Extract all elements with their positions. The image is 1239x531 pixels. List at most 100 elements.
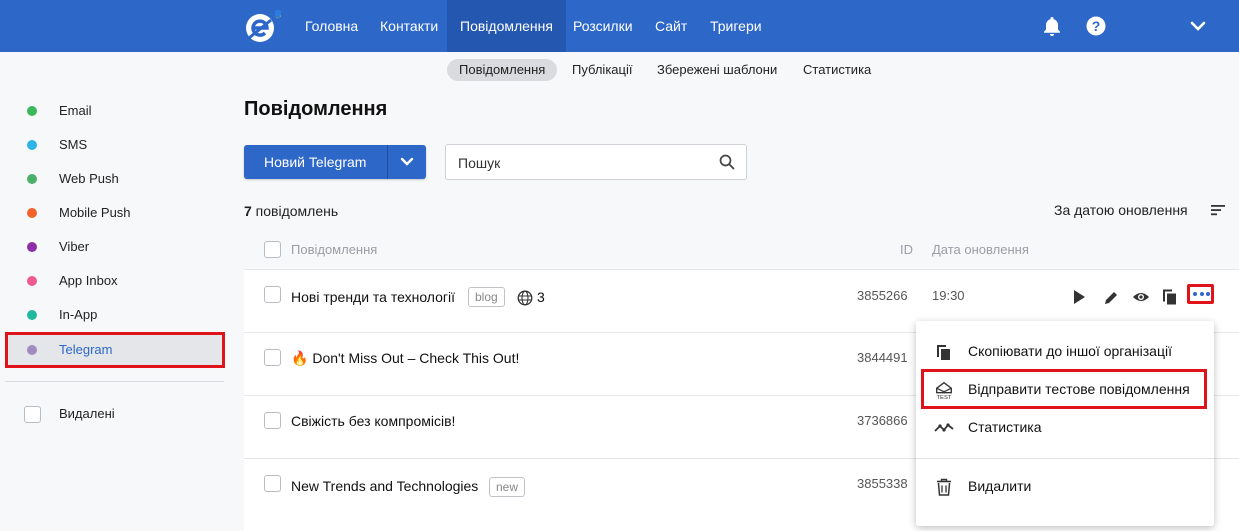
- column-header-message[interactable]: Повідомлення: [291, 242, 377, 257]
- copy-icon[interactable]: [1161, 288, 1179, 306]
- sidebar-item-email[interactable]: Email: [8, 96, 222, 126]
- column-header-id[interactable]: ID: [900, 242, 913, 257]
- message-id: 3855338: [857, 476, 908, 491]
- select-all-checkbox[interactable]: [264, 241, 281, 258]
- message-title[interactable]: Нові тренди та технології: [291, 289, 455, 305]
- subtab-statistics[interactable]: Статистика: [791, 59, 883, 81]
- sidebar-item-label: Telegram: [59, 342, 113, 357]
- deleted-checkbox[interactable]: [24, 406, 41, 423]
- row-checkbox[interactable]: [264, 286, 281, 303]
- nav-home[interactable]: Головна: [292, 0, 371, 52]
- status-dot: [27, 106, 37, 116]
- subtab-publications[interactable]: Публікації: [560, 59, 644, 81]
- message-title[interactable]: Свіжість без компромісів!: [291, 413, 455, 429]
- bell-icon[interactable]: [1041, 15, 1063, 37]
- trash-icon: [937, 478, 951, 496]
- sidebar-item-viber[interactable]: Viber: [8, 232, 222, 262]
- globe-icon: [517, 290, 533, 306]
- sidebar-item-in-app[interactable]: In-App: [8, 300, 222, 330]
- status-dot: [27, 276, 37, 286]
- top-navigation-bar: Головна Контакти Повідомлення Розсилки С…: [0, 0, 1239, 52]
- new-telegram-button[interactable]: Новий Telegram: [244, 145, 426, 179]
- message-id: 3855266: [857, 288, 908, 303]
- sidebar-item-label: App Inbox: [59, 273, 118, 288]
- test-message-icon: TEST: [936, 381, 952, 400]
- statistics-icon: [934, 423, 954, 432]
- sidebar-item-mobile-push[interactable]: Mobile Push: [8, 198, 222, 228]
- menu-item-copy-to-organization[interactable]: Скопіювати до іншої організації: [916, 334, 1214, 368]
- esputnik-logo[interactable]: [243, 8, 283, 44]
- more-options-button[interactable]: [1187, 284, 1214, 304]
- sidebar-item-sms[interactable]: SMS: [8, 130, 222, 160]
- language-count: 3: [537, 289, 545, 305]
- sidebar-item-app-inbox[interactable]: App Inbox: [8, 266, 222, 296]
- sidebar-item-label: In-App: [59, 307, 98, 322]
- tag-badge: blog: [468, 287, 505, 307]
- menu-item-statistics[interactable]: Статистика: [916, 410, 1214, 444]
- message-id: 3736866: [857, 413, 908, 428]
- search-input[interactable]: [458, 153, 708, 173]
- sort-icon[interactable]: [1210, 203, 1226, 217]
- chevron-down-icon[interactable]: [1187, 15, 1209, 37]
- message-title[interactable]: 🔥 Don't Miss Out – Check This Out!: [291, 350, 519, 367]
- help-icon[interactable]: ?: [1085, 15, 1107, 37]
- row-actions-menu: Скопіювати до іншої організації TEST Від…: [916, 321, 1214, 526]
- message-count-number: 7: [244, 203, 252, 219]
- status-dot: [27, 242, 37, 252]
- status-dot: [27, 140, 37, 150]
- column-header-date[interactable]: Дата оновлення: [932, 242, 1029, 257]
- search-box: [445, 144, 747, 180]
- dot: [1206, 292, 1210, 296]
- subtab-messages[interactable]: Повідомлення: [447, 59, 558, 81]
- nav-messages[interactable]: Повідомлення: [447, 0, 566, 52]
- message-id: 3844491: [857, 350, 908, 365]
- sidebar-item-label: Видалені: [59, 406, 115, 421]
- message-title-text: Don't Miss Out – Check This Out!: [312, 350, 520, 366]
- dot: [1193, 292, 1197, 296]
- nav-site[interactable]: Сайт: [642, 0, 700, 52]
- updated-date: 19:30: [932, 288, 965, 303]
- svg-text:TEST: TEST: [936, 395, 951, 400]
- menu-item-label: Відправити тестове повідомлення: [968, 381, 1190, 397]
- sub-navigation: Повідомлення Публікації Збережені шаблон…: [0, 57, 1239, 83]
- edit-pencil-icon[interactable]: [1102, 289, 1120, 307]
- play-icon[interactable]: [1070, 288, 1088, 306]
- menu-item-delete[interactable]: Видалити: [916, 469, 1214, 503]
- nav-campaigns[interactable]: Розсилки: [560, 0, 646, 52]
- status-dot: [27, 345, 37, 355]
- row-checkbox[interactable]: [264, 412, 281, 429]
- sort-dropdown[interactable]: За датою оновлення: [1054, 202, 1188, 218]
- sidebar-item-label: SMS: [59, 137, 88, 152]
- message-count-suffix: повідомлень: [251, 203, 339, 219]
- dot: [1199, 292, 1204, 296]
- new-telegram-label: Новий Telegram: [264, 154, 367, 170]
- sidebar-item-telegram[interactable]: Telegram: [5, 332, 225, 368]
- fire-emoji-icon: 🔥: [291, 350, 309, 366]
- menu-item-send-test-message[interactable]: TEST Відправити тестове повідомлення: [921, 369, 1207, 409]
- status-dot: [27, 310, 37, 320]
- menu-item-label: Скопіювати до іншої організації: [968, 343, 1172, 359]
- nav-triggers[interactable]: Тригери: [697, 0, 775, 52]
- row-checkbox[interactable]: [264, 349, 281, 366]
- chevron-down-icon[interactable]: [399, 156, 415, 168]
- nav-contacts[interactable]: Контакти: [367, 0, 451, 52]
- message-title[interactable]: New Trends and Technologies: [291, 478, 478, 494]
- tag-badge: new: [489, 477, 526, 497]
- status-dot: [27, 174, 37, 184]
- message-count: 7 повідомлень: [244, 203, 338, 219]
- svg-text:?: ?: [1092, 18, 1101, 34]
- sidebar-divider: [5, 381, 224, 382]
- row-checkbox[interactable]: [264, 475, 281, 492]
- menu-item-label: Статистика: [968, 419, 1042, 435]
- sidebar-item-web-push[interactable]: Web Push: [8, 164, 222, 194]
- menu-divider: [916, 458, 1214, 459]
- search-icon[interactable]: [719, 154, 735, 170]
- sidebar-item-label: Viber: [59, 239, 90, 254]
- sidebar-item-deleted[interactable]: Видалені: [8, 399, 222, 429]
- subtab-saved-templates[interactable]: Збережені шаблони: [645, 59, 789, 81]
- sidebar-item-label: Email: [59, 103, 92, 118]
- menu-item-label: Видалити: [968, 478, 1032, 494]
- eye-icon[interactable]: [1132, 288, 1150, 306]
- copy-icon: [937, 345, 950, 360]
- page-title: Повідомлення: [244, 98, 388, 120]
